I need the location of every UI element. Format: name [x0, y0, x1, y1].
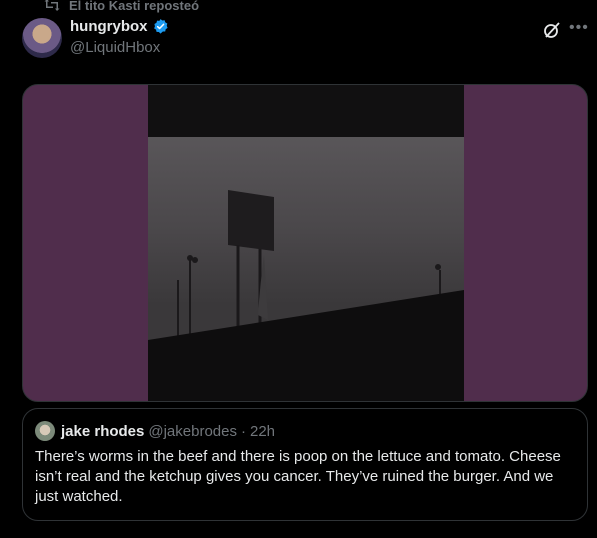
quote-display-name[interactable]: jake rhodes: [61, 423, 144, 440]
author-info: hungrybox @LiquidHbox: [70, 18, 169, 56]
more-icon[interactable]: •••: [569, 18, 589, 38]
quote-timestamp[interactable]: 22h: [250, 423, 275, 440]
quote-handle[interactable]: @jakebrodes: [148, 423, 237, 440]
quote-separator: ·: [240, 422, 246, 440]
author-avatar[interactable]: [22, 18, 62, 58]
album-cover-image: [148, 85, 464, 401]
repost-label: El tito Kasti reposteó: [69, 0, 200, 13]
author-display-name[interactable]: hungrybox: [70, 18, 148, 35]
repost-icon: [44, 0, 60, 12]
repost-indicator[interactable]: El tito Kasti reposteó: [44, 0, 199, 13]
tweet-media[interactable]: [22, 84, 588, 402]
quoted-tweet[interactable]: jake rhodes @jakebrodes · 22h There’s wo…: [22, 408, 588, 521]
verified-icon[interactable]: [152, 18, 169, 35]
author-handle[interactable]: @LiquidHbox: [70, 39, 169, 56]
grok-icon[interactable]: [543, 21, 561, 39]
quote-avatar[interactable]: [35, 421, 55, 441]
quote-body-text: There’s worms in the beef and there is p…: [35, 448, 561, 505]
